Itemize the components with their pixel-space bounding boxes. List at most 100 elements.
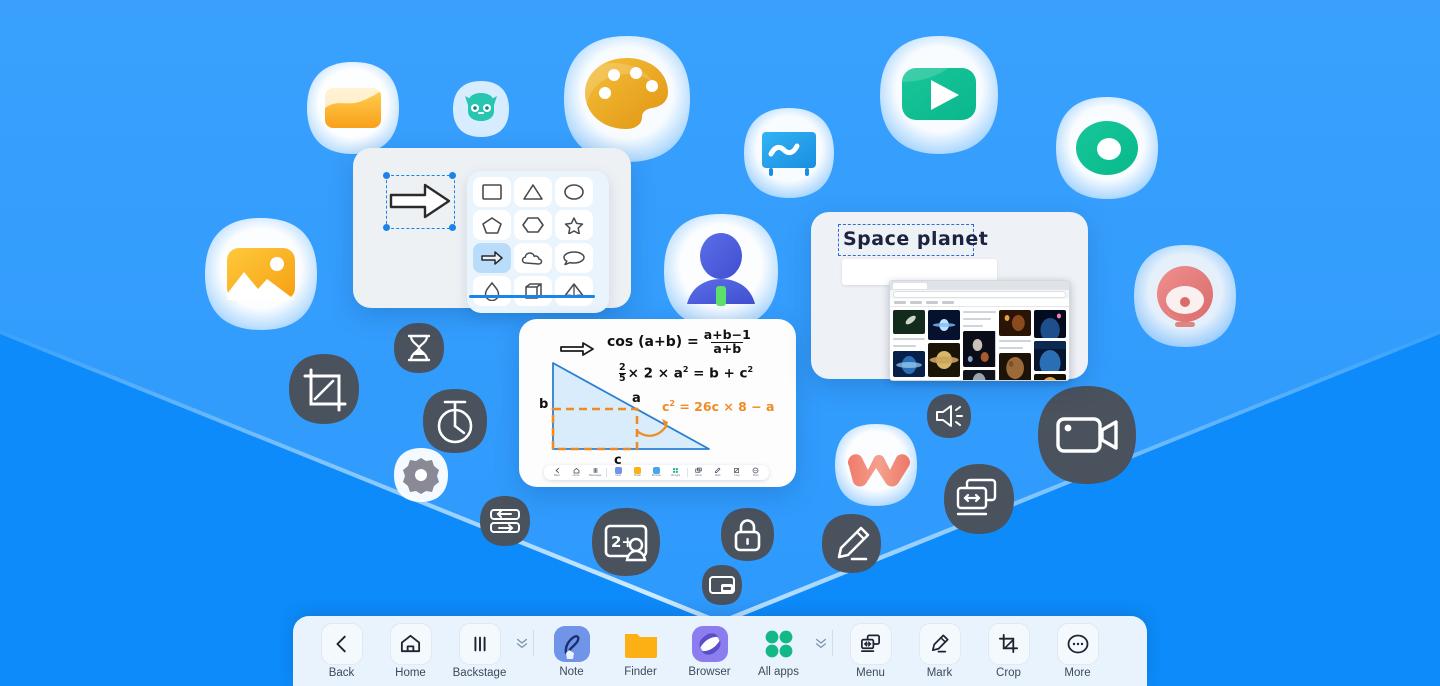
taskbar-dock[interactable]: Back Home Backstage Note Finder Browser …: [293, 616, 1147, 686]
cube-shape[interactable]: [514, 276, 552, 306]
star-shape[interactable]: [555, 210, 593, 240]
mini-dock-finder[interactable]: Finder: [629, 467, 645, 478]
result-thumbnail[interactable]: [928, 343, 961, 377]
backstage-bars-icon[interactable]: [458, 622, 501, 665]
mini-dock-all-apps[interactable]: All apps: [668, 467, 684, 478]
canvas-arrow-shape[interactable]: [389, 181, 451, 221]
cone-shape[interactable]: [555, 276, 593, 306]
mini-dock-more[interactable]: More: [748, 467, 764, 478]
mini-dock-browser[interactable]: Browser: [648, 467, 664, 478]
more-ellipsis-icon[interactable]: [1056, 622, 1099, 665]
browser-url-input[interactable]: [893, 291, 1066, 298]
lock-icon[interactable]: [719, 506, 776, 563]
files-app-icon[interactable]: [303, 58, 403, 158]
dock-item-menu[interactable]: Menu: [836, 622, 905, 680]
droplet-shape[interactable]: [473, 276, 511, 306]
shape-picker-card[interactable]: [353, 148, 631, 313]
speaker-icon[interactable]: [925, 392, 973, 440]
result-thumbnail[interactable]: [963, 331, 996, 367]
dock-item-note[interactable]: Note: [537, 624, 606, 679]
screen-share-icon[interactable]: [941, 461, 1017, 537]
dock-item-crop[interactable]: Crop: [974, 622, 1043, 680]
assistant-cat-icon[interactable]: [451, 79, 511, 139]
hourglass-icon[interactable]: [392, 321, 446, 375]
triangle-shape[interactable]: [514, 177, 552, 207]
cloud-shape[interactable]: [514, 243, 552, 273]
filter-chip[interactable]: [926, 301, 938, 304]
home-icon[interactable]: [389, 622, 432, 665]
selection-handle-tl[interactable]: [383, 172, 390, 179]
result-thumbnail[interactable]: [998, 310, 1031, 336]
video-player-icon[interactable]: [874, 30, 1004, 160]
arrow-right-shape[interactable]: [473, 243, 511, 273]
result-thumbnail[interactable]: [928, 380, 960, 381]
selection-handle-tr[interactable]: [449, 172, 456, 179]
space-planet-note-card[interactable]: Space planet: [811, 212, 1088, 381]
result-thumbnail[interactable]: [1033, 310, 1067, 338]
result-thumbnail[interactable]: [893, 380, 925, 381]
dock-item-browser[interactable]: Browser: [675, 624, 744, 679]
dock-item-finder[interactable]: Finder: [606, 624, 675, 679]
rectangle-shape[interactable]: [473, 177, 511, 207]
note-title[interactable]: Space planet: [843, 228, 988, 250]
all-apps-grid-icon[interactable]: [759, 624, 799, 664]
filter-chip[interactable]: [910, 301, 922, 304]
mini-dock-crop[interactable]: Crop: [729, 467, 745, 478]
pentagon-shape[interactable]: [473, 210, 511, 240]
chevron-double-down-icon[interactable]: [514, 636, 530, 650]
mark-pen-icon[interactable]: [918, 622, 961, 665]
menu-windows-icon[interactable]: [849, 622, 892, 665]
ellipse-shape[interactable]: [555, 177, 593, 207]
dock-item-backstage[interactable]: Backstage: [445, 622, 514, 680]
result-thumbnail[interactable]: [893, 351, 926, 377]
webcam-app-icon[interactable]: [1129, 240, 1241, 352]
crop-tool-icon[interactable]: [286, 351, 362, 427]
w-app-icon[interactable]: [831, 420, 921, 510]
result-thumbnail[interactable]: [1033, 374, 1067, 381]
swap-windows-icon[interactable]: [478, 494, 532, 548]
screenboard-app-icon[interactable]: [740, 104, 838, 202]
result-thumbnail[interactable]: [893, 310, 926, 334]
crop-icon[interactable]: [987, 622, 1030, 665]
result-thumbnail[interactable]: [1033, 341, 1067, 371]
mini-dock-menu[interactable]: Menu: [691, 467, 707, 478]
pip-icon[interactable]: [700, 563, 744, 607]
contacts-app-icon[interactable]: [658, 208, 784, 334]
speech-bubble-shape[interactable]: [555, 243, 593, 273]
filter-chip[interactable]: [894, 301, 906, 304]
mini-dock-note[interactable]: Note: [610, 467, 626, 478]
multi-user-screen-icon[interactable]: 2+: [589, 505, 663, 579]
shape-panel-scroll-indicator[interactable]: [469, 295, 595, 298]
result-thumbnail[interactable]: [928, 310, 961, 340]
selection-handle-br[interactable]: [449, 224, 456, 231]
whiteboard-mini-dock[interactable]: Back Home Backstage Note Finder Browser …: [544, 465, 769, 480]
mini-dock-home[interactable]: Home: [568, 467, 584, 478]
selection-handle-bl[interactable]: [383, 224, 390, 231]
browser-planet-icon[interactable]: [690, 624, 730, 664]
filter-chip[interactable]: [942, 301, 954, 304]
back-chevron-icon[interactable]: [320, 622, 363, 665]
dock-item-mark[interactable]: Mark: [905, 622, 974, 680]
timer-icon[interactable]: [420, 386, 490, 456]
mini-dock-backstage[interactable]: Backstage: [587, 467, 603, 478]
mini-dock-back[interactable]: Back: [549, 467, 565, 478]
camcorder-icon[interactable]: [1034, 382, 1140, 488]
hexagon-shape[interactable]: [514, 210, 552, 240]
note-app-icon[interactable]: [552, 624, 592, 664]
whiteboard-math-card[interactable]: cos (a+b) = a+b−1 a+b 25 × 2 × a2 = b + …: [519, 319, 796, 487]
image-search-results-thumbnail[interactable]: [889, 280, 1070, 381]
pencil-mark-icon[interactable]: [819, 511, 884, 576]
dock-item-more[interactable]: More: [1043, 622, 1112, 680]
browser-tab[interactable]: [893, 282, 927, 289]
dock-item-all-apps[interactable]: All apps: [744, 624, 813, 679]
finder-folder-icon[interactable]: [621, 624, 661, 664]
shape-palette-panel[interactable]: [467, 171, 609, 313]
chevron-double-down-icon[interactable]: [813, 636, 829, 650]
result-thumbnail[interactable]: [998, 353, 1031, 381]
ring-app-icon[interactable]: [1051, 92, 1163, 204]
gallery-app-icon[interactable]: [199, 212, 323, 336]
dock-item-home[interactable]: Home: [376, 622, 445, 680]
result-thumbnail[interactable]: [963, 370, 996, 381]
mini-dock-mark[interactable]: Mark: [710, 467, 726, 478]
dock-item-back[interactable]: Back: [307, 622, 376, 680]
